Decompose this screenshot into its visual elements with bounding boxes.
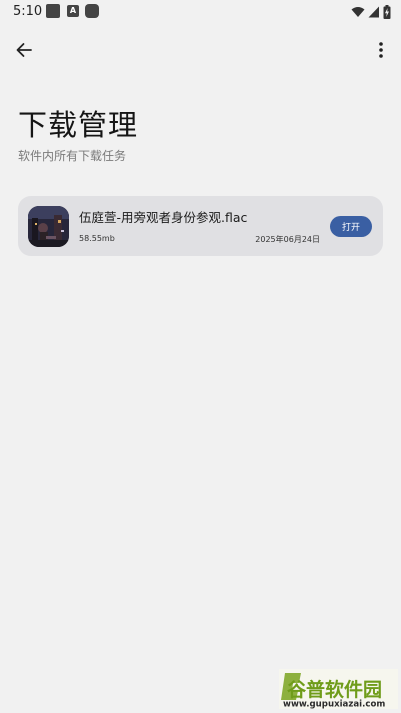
more-options-button[interactable]	[369, 38, 393, 62]
notification-square-icon	[46, 4, 60, 18]
status-bar: 5:10 A	[0, 0, 401, 24]
watermark-logo: 谷普软件园 www.gupuxiazai.com	[279, 669, 398, 710]
album-thumbnail	[28, 206, 69, 247]
arrow-left-icon	[16, 43, 32, 57]
file-name: 伍庭萱-用旁观者身份参观.flac	[79, 210, 248, 225]
album-art-image	[28, 206, 69, 247]
battery-charging-icon	[383, 5, 391, 19]
status-right-icons	[351, 4, 391, 20]
app-notification-icon	[85, 4, 99, 18]
wifi-icon	[351, 7, 365, 17]
page-title: 下载管理	[18, 108, 139, 142]
a-badge-icon: A	[67, 5, 79, 17]
file-size: 58.55mb	[79, 234, 115, 243]
svg-text:谷普软件园: 谷普软件园	[287, 678, 382, 701]
watermark-image: 谷普软件园 www.gupuxiazai.com	[279, 669, 398, 710]
svg-text:www.gupuxiazai.com: www.gupuxiazai.com	[283, 700, 385, 710]
status-time: 5:10	[13, 4, 43, 19]
open-button[interactable]: 打开	[330, 216, 372, 237]
page-subtitle: 软件内所有下载任务	[18, 149, 127, 163]
file-date: 2025年06月24日	[255, 235, 320, 244]
more-vert-icon	[379, 42, 383, 58]
download-item: 伍庭萱-用旁观者身份参观.flac 58.55mb 2025年06月24日 打开	[18, 196, 383, 256]
back-button[interactable]	[12, 38, 36, 62]
signal-icon	[368, 6, 379, 18]
